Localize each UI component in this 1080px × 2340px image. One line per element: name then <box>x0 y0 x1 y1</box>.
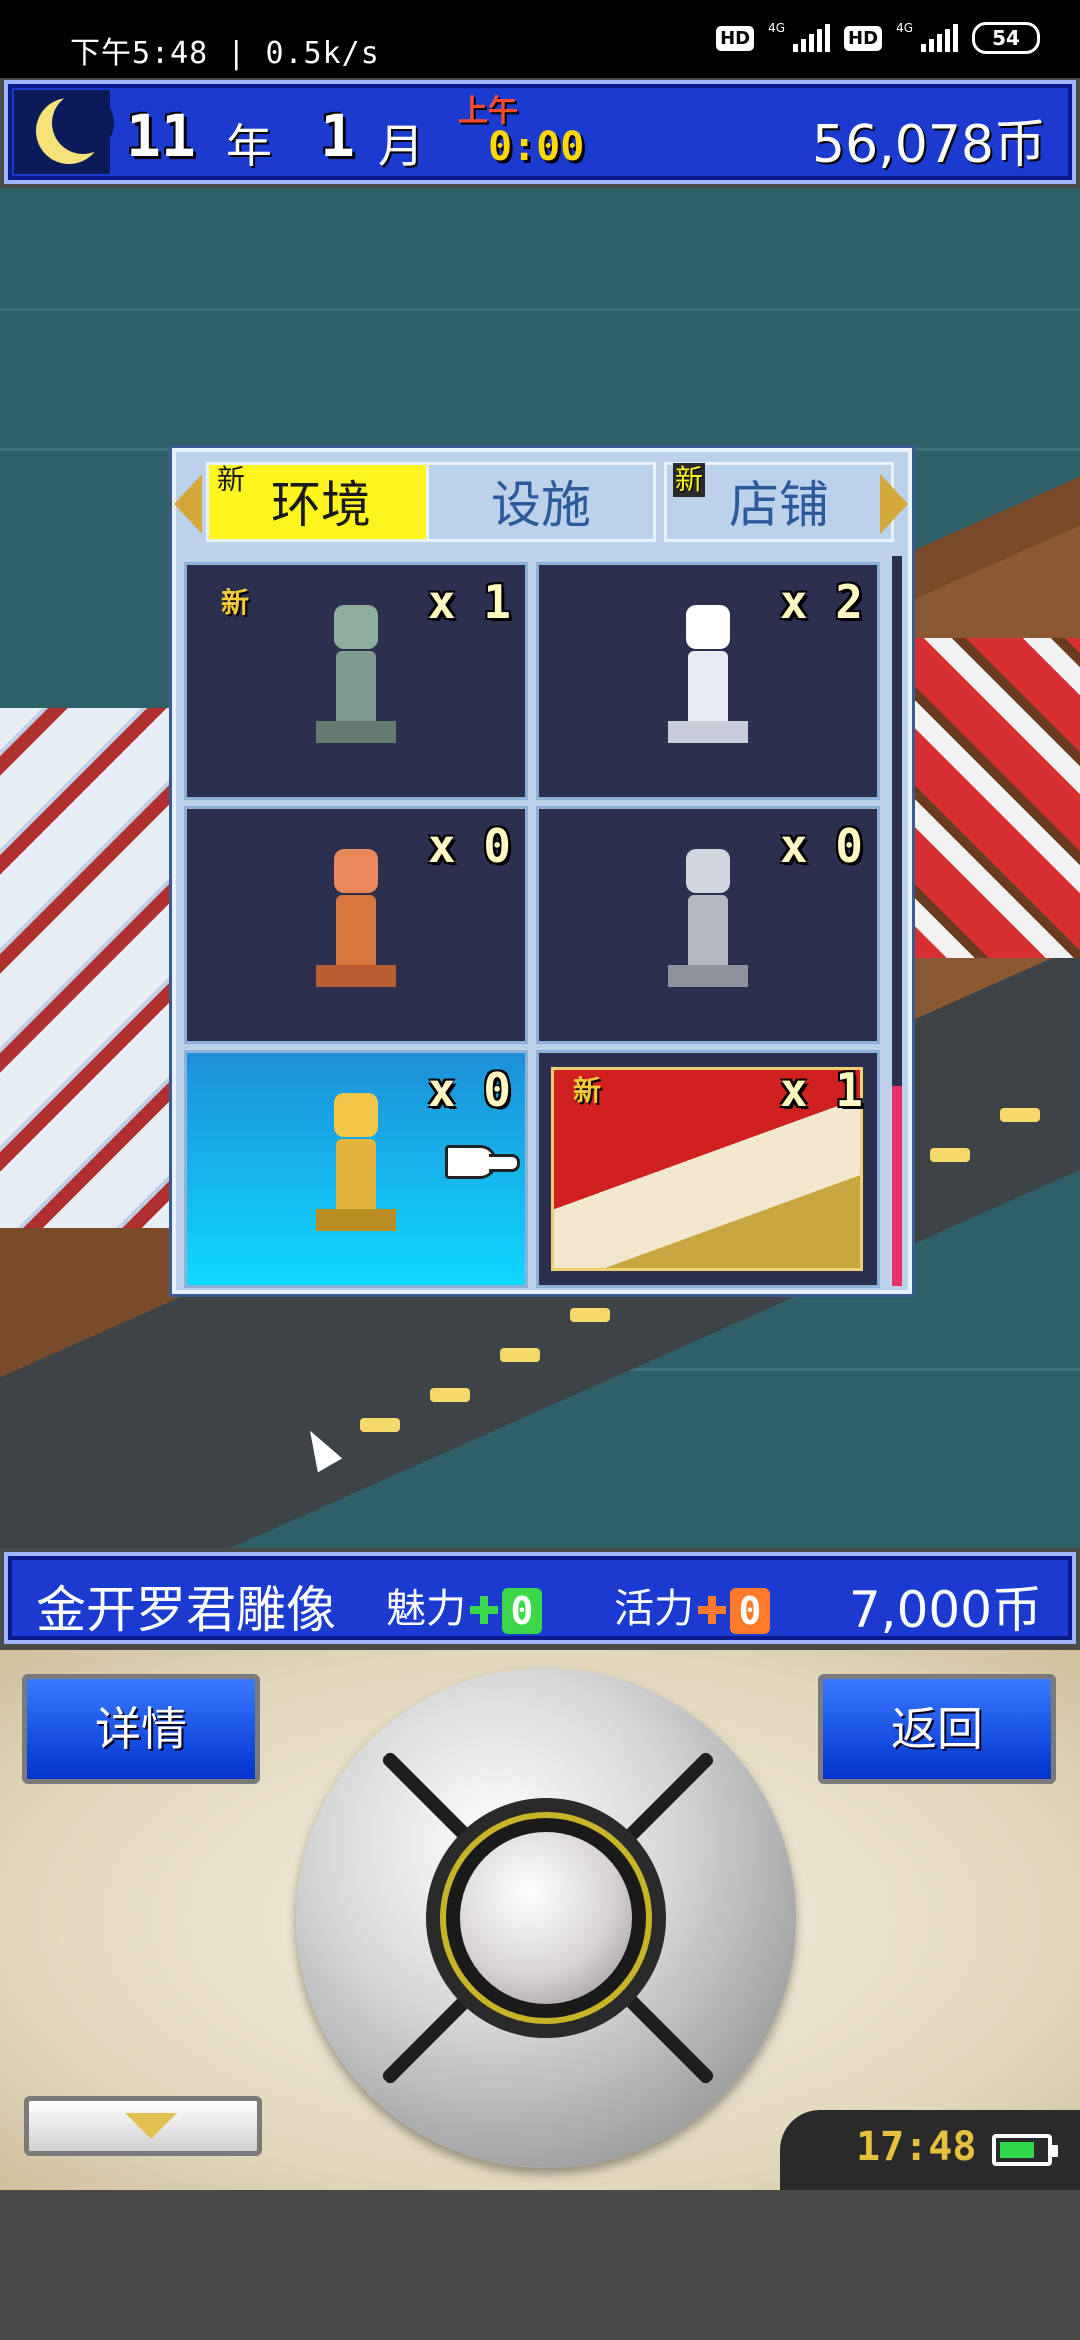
expand-down-button[interactable] <box>24 2096 262 2156</box>
tab-facilities[interactable]: 设施 <box>426 462 656 542</box>
item-cell-silver-statue[interactable]: x 0 <box>536 806 880 1044</box>
status-clock: 下午5:48 <box>70 36 209 71</box>
item-quantity: x 2 <box>779 575 863 629</box>
new-badge: 新 <box>221 586 250 619</box>
item-info-bar: 金开罗君雕像 魅力 0 活力 0 7,000币 <box>4 1552 1076 1644</box>
bronze-statue-icon <box>316 849 396 987</box>
new-badge: 新 <box>573 1074 602 1107</box>
tab-label: 设施 <box>491 476 591 534</box>
new-badge: 新 <box>217 463 246 496</box>
dpad-center-well <box>426 1798 666 2038</box>
water-ripple <box>0 308 1080 311</box>
hd-badge-1: HD <box>716 25 755 51</box>
item-quantity: x 1 <box>779 1063 863 1117</box>
stone-statue-icon <box>316 605 396 743</box>
tab-label: 环境 <box>271 476 371 534</box>
battery-icon: 54 <box>972 22 1040 54</box>
porthole-light <box>570 1308 610 1322</box>
tab-shops[interactable]: 新 店铺 <box>664 462 894 542</box>
device-clock-panel: 17:48 <box>780 2110 1080 2190</box>
year-unit: 年 <box>226 119 272 173</box>
game-clock: 0:00 <box>488 124 585 170</box>
scrollbar-thumb[interactable] <box>892 1086 902 1286</box>
back-button[interactable]: 返回 <box>818 1674 1056 1784</box>
network-speed: 0.5k/s <box>265 36 380 71</box>
item-price: 7,000币 <box>848 1581 1042 1639</box>
item-cell-red-carpet[interactable]: 新 x 1 <box>536 1050 880 1288</box>
white-angel-statue-icon <box>668 605 748 743</box>
item-name: 金开罗君雕像 <box>36 1581 336 1639</box>
dpad-ring <box>440 1812 652 2024</box>
item-cell-white-statue[interactable]: x 2 <box>536 562 880 800</box>
battery-icon <box>992 2134 1058 2166</box>
energy-value: 0 <box>730 1588 770 1634</box>
details-button[interactable]: 详情 <box>22 1674 260 1784</box>
item-cell-stone-statue[interactable]: 新 x 1 <box>184 562 528 800</box>
triangle-down-icon <box>125 2113 177 2139</box>
item-scrollbar[interactable] <box>892 556 902 1286</box>
porthole-light <box>430 1388 470 1402</box>
month-value: 1 <box>320 102 355 170</box>
silver-statue-icon <box>668 849 748 987</box>
pointing-hand-icon <box>445 1145 520 1179</box>
status-icons: HD 4G HD 4G 54 <box>716 21 1040 54</box>
tab-next-arrow-icon[interactable] <box>880 474 908 534</box>
month-unit: 月 <box>378 119 424 173</box>
cabin-rooms-left <box>0 708 170 1228</box>
item-quantity: x 0 <box>427 1063 511 1117</box>
money-display: 56,078币 <box>812 115 1046 175</box>
virtual-controller: 详情 返回 17:48 <box>0 1650 1080 2190</box>
device-clock: 17:48 <box>856 2124 977 2170</box>
status-time: 下午5:48 | 0.5k/s <box>70 36 380 71</box>
category-tabs: 新 环境 设施 新 店铺 <box>174 452 908 552</box>
gold-statue-icon <box>316 1093 396 1231</box>
signal-icon-1 <box>793 24 831 52</box>
plus-icon <box>470 1596 498 1624</box>
network-type-1: 4G <box>768 21 786 35</box>
item-quantity: x 0 <box>427 819 511 873</box>
network-type-2: 4G <box>896 21 913 35</box>
night-indicator <box>14 90 114 174</box>
porthole-light <box>930 1148 970 1162</box>
item-cell-bronze-statue[interactable]: x 0 <box>184 806 528 1044</box>
cabin-rooms-right <box>890 638 1080 958</box>
plus-icon <box>698 1596 726 1624</box>
signal-icon-2 <box>921 24 958 52</box>
porthole-light <box>360 1418 400 1432</box>
game-hud: 11 年 1 月 上午 0:00 56,078币 <box>4 80 1076 184</box>
item-quantity: x 1 <box>427 575 511 629</box>
energy-stat: 活力 0 <box>614 1576 770 1634</box>
charm-value: 0 <box>502 1588 542 1634</box>
new-badge: 新 <box>673 463 706 497</box>
build-menu-panel: 新 环境 设施 新 店铺 新 x 1 x 2 x 0 x 0 x 0 新 x 1 <box>172 448 912 1294</box>
hd-badge-2: HD <box>844 25 883 51</box>
item-grid: 新 x 1 x 2 x 0 x 0 x 0 新 x 1 <box>184 562 884 1290</box>
dpad[interactable] <box>296 1668 796 2168</box>
year-value: 11 <box>126 102 196 170</box>
porthole-light <box>500 1348 540 1362</box>
tab-label: 店铺 <box>729 476 829 534</box>
moon-icon <box>36 92 114 164</box>
charm-label: 魅力 <box>386 1586 466 1632</box>
confirm-button[interactable] <box>460 1832 632 2004</box>
energy-label: 活力 <box>614 1586 694 1632</box>
charm-stat: 魅力 0 <box>386 1576 542 1634</box>
tab-environment[interactable]: 新 环境 <box>206 462 436 542</box>
porthole-light <box>1000 1108 1040 1122</box>
status-bar: 下午5:48 | 0.5k/s HD 4G HD 4G 54 <box>0 0 1080 78</box>
item-quantity: x 0 <box>779 819 863 873</box>
tab-prev-arrow-icon[interactable] <box>174 474 202 534</box>
item-cell-gold-statue[interactable]: x 0 <box>184 1050 528 1288</box>
